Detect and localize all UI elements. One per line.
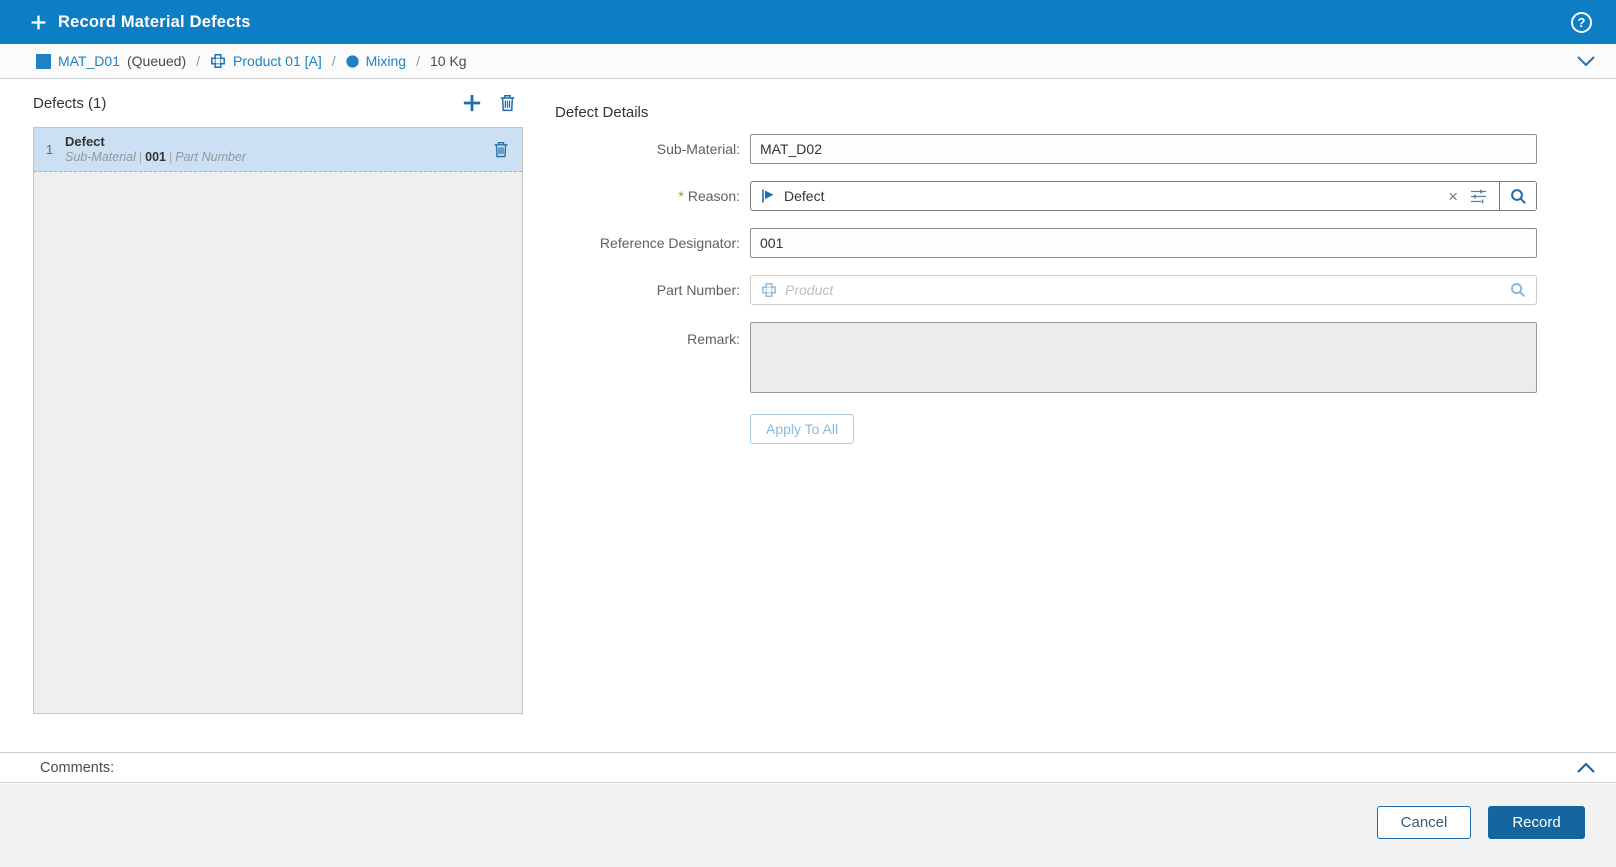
- material-icon: [36, 54, 51, 69]
- defect-item-index: 1: [45, 142, 54, 157]
- add-defect-icon[interactable]: [462, 93, 482, 113]
- product-icon: [761, 282, 777, 298]
- defect-item-sub-material: Sub-Material: [65, 150, 136, 165]
- material-link[interactable]: MAT_D01: [58, 53, 120, 69]
- operation-link[interactable]: Mixing: [366, 53, 406, 69]
- comments-section: Comments:: [0, 752, 1616, 783]
- reason-row: * Reason: Defect ×: [555, 181, 1537, 211]
- sub-material-row: Sub-Material:: [555, 134, 1537, 164]
- remark-label: Remark:: [687, 331, 740, 347]
- product-link[interactable]: Product 01 [A]: [233, 53, 322, 69]
- reason-label-text: Reason:: [687, 188, 740, 204]
- breadcrumb-separator: /: [416, 53, 420, 69]
- remark-textarea[interactable]: [750, 322, 1537, 393]
- search-icon: [1510, 188, 1527, 205]
- reference-designator-label: Reference Designator:: [599, 235, 740, 251]
- defects-panel-title: Defects (1): [33, 94, 107, 112]
- chevron-up-icon[interactable]: [1576, 762, 1596, 774]
- defect-details-title: Defect Details: [555, 104, 649, 121]
- reference-designator-row: Reference Designator:: [555, 228, 1537, 258]
- defect-item-reference: 001: [145, 150, 166, 165]
- comments-label: Comments:: [40, 759, 115, 776]
- defect-item-subtitle: Sub-Material | 001 | Part Number: [65, 150, 493, 166]
- defects-panel-header: Defects (1): [33, 79, 523, 127]
- footer-bar: Cancel Record: [0, 784, 1616, 867]
- part-number-field[interactable]: Product: [750, 275, 1537, 305]
- required-asterisk: *: [678, 188, 684, 204]
- defect-item-part: Part Number: [175, 150, 247, 165]
- clear-reason-button[interactable]: ×: [1444, 188, 1462, 205]
- add-icon: [30, 14, 47, 31]
- sub-material-label: Sub-Material:: [656, 141, 740, 157]
- breadcrumb: MAT_D01 (Queued) / Product 01 [A] / Mixi…: [0, 44, 1616, 79]
- search-icon[interactable]: [1510, 282, 1526, 298]
- chevron-down-icon[interactable]: [1576, 55, 1596, 67]
- product-icon: [210, 53, 226, 69]
- sub-material-input[interactable]: [750, 134, 1537, 164]
- page-title: Record Material Defects: [58, 12, 251, 31]
- cancel-button[interactable]: Cancel: [1377, 806, 1471, 839]
- defect-details-panel: Defect Details Sub-Material: *Reason: De…: [555, 79, 1537, 444]
- breadcrumb-separator: /: [331, 53, 336, 69]
- reason-value: Defect: [784, 188, 825, 204]
- part-number-label: Part Number:: [656, 282, 740, 298]
- material-status: (Queued): [126, 53, 187, 69]
- part-number-placeholder: Product: [785, 282, 834, 298]
- breadcrumb-operation[interactable]: Mixing: [346, 53, 406, 69]
- help-button[interactable]: ?: [1571, 11, 1592, 33]
- defects-panel: Defects (1) 1 Defect Sub-Material | 001 | Pa…: [33, 79, 523, 714]
- breadcrumb-separator: /: [196, 53, 201, 69]
- delete-defect-icon[interactable]: [493, 141, 509, 158]
- defect-item-body: Defect Sub-Material | 001 | Part Number: [65, 133, 493, 166]
- filter-options-icon[interactable]: [1470, 189, 1487, 204]
- subtitle-separator: |: [138, 150, 143, 165]
- subtitle-separator: |: [168, 150, 173, 165]
- breadcrumb-quantity: 10 Kg: [430, 53, 467, 69]
- remark-row: Remark:: [555, 322, 1537, 393]
- reference-designator-input[interactable]: [750, 228, 1537, 258]
- breadcrumb-material[interactable]: MAT_D01 (Queued): [36, 53, 186, 69]
- reason-label: * Reason:: [555, 188, 740, 204]
- flag-icon: [761, 189, 775, 203]
- title-bar: Record Material Defects ?: [0, 0, 1616, 44]
- defect-details-form: Sub-Material: *Reason: Defect × Referenc…: [555, 134, 1537, 444]
- part-number-row: Part Number: Product: [555, 275, 1537, 305]
- reason-search-button[interactable]: [1499, 182, 1536, 210]
- record-button[interactable]: Record: [1488, 806, 1585, 839]
- delete-all-defects-icon[interactable]: [499, 94, 516, 112]
- defect-list-item[interactable]: 1 Defect Sub-Material | 001 | Part Number: [34, 128, 522, 172]
- defects-list: 1 Defect Sub-Material | 001 | Part Number: [33, 127, 523, 714]
- apply-to-all-button[interactable]: Apply To All: [750, 414, 855, 444]
- defect-item-title: Defect: [65, 134, 105, 150]
- operation-icon: [346, 55, 359, 68]
- breadcrumb-product[interactable]: Product 01 [A]: [210, 53, 322, 69]
- help-glyph: ?: [1577, 14, 1586, 30]
- apply-row: Apply To All: [555, 414, 1537, 444]
- reason-field[interactable]: Defect ×: [750, 181, 1537, 211]
